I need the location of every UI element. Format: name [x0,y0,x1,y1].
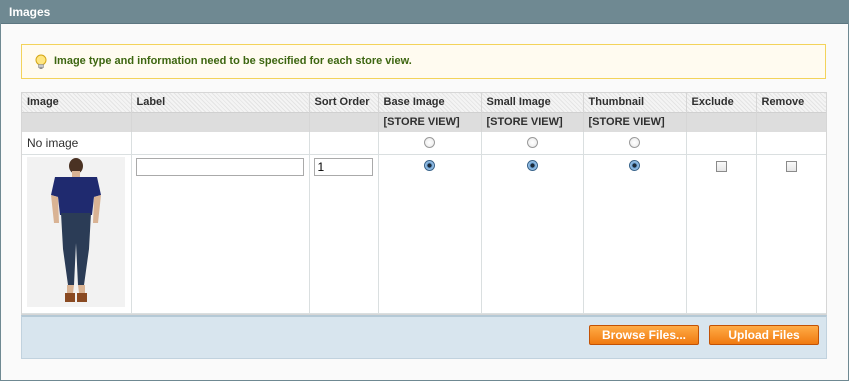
no-image-small-radio[interactable] [526,137,538,148]
col-sort-order: Sort Order [309,93,379,132]
notice-box: Image type and information need to be sp… [21,44,826,79]
sort-order-input[interactable] [313,158,373,176]
panel-title: Images [1,1,848,24]
no-image-label: No image [22,132,132,155]
no-image-row: No image [22,132,826,155]
col-small-image: Small Image [STORE VIEW] [481,93,584,132]
upload-footer: Browse Files... Upload Files [21,315,827,359]
header-row: Image Label Sort Order Base Image [STORE … [22,93,826,132]
col-base-image: Base Image [STORE VIEW] [378,93,482,132]
col-thumbnail: Thumbnail [STORE VIEW] [583,93,687,132]
base-image-radio[interactable] [424,160,435,171]
col-exclude: Exclude [686,93,757,132]
scope-label: [STORE VIEW] [481,112,583,132]
scope-label: [STORE VIEW] [583,112,686,132]
no-image-base-radio[interactable] [424,137,435,148]
col-label: Label [131,93,310,132]
images-grid: Image Label Sort Order Base Image [STORE … [21,92,827,315]
image-row [22,154,826,314]
col-image: Image [22,93,132,132]
lightbulb-icon [35,54,47,69]
col-remove: Remove [756,93,826,132]
image-label-input[interactable] [135,158,304,176]
no-image-thumbnail-radio[interactable] [629,137,640,148]
exclude-checkbox[interactable] [715,161,727,172]
thumbnail-radio[interactable] [629,160,640,171]
notice-text: Image type and information need to be sp… [54,55,412,67]
remove-checkbox[interactable] [785,161,797,172]
product-photo [27,157,125,307]
browse-files-button[interactable]: Browse Files... [589,325,699,345]
upload-files-button[interactable]: Upload Files [709,325,819,345]
small-image-radio[interactable] [526,160,538,171]
scope-label: [STORE VIEW] [378,112,481,132]
